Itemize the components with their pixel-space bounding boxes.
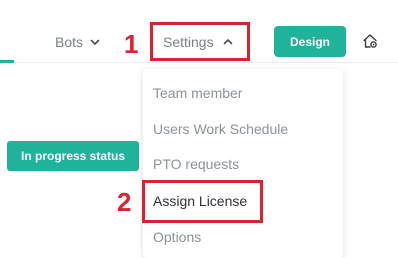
menu-item-options[interactable]: Options	[153, 228, 201, 246]
active-tab-indicator	[0, 60, 14, 63]
menu-item-pto-requests[interactable]: PTO requests	[153, 155, 239, 173]
nav-settings-label: Settings	[163, 34, 214, 50]
menu-item-assign-license[interactable]: Assign License	[153, 192, 247, 210]
home-settings-icon[interactable]	[362, 33, 378, 49]
step-1-marker: 1	[124, 29, 139, 59]
top-navigation-bar: Bots Settings Design	[0, 0, 398, 63]
step-2-marker: 2	[117, 187, 132, 217]
settings-dropdown-menu: Team member Users Work Schedule PTO requ…	[143, 69, 343, 258]
menu-item-users-work-schedule[interactable]: Users Work Schedule	[153, 120, 288, 138]
chevron-down-icon	[90, 39, 100, 45]
design-button[interactable]: Design	[274, 26, 346, 57]
nav-bots-menu[interactable]: Bots	[55, 33, 101, 51]
in-progress-status-button[interactable]: In progress status	[7, 141, 139, 171]
menu-item-team-member[interactable]: Team member	[153, 84, 242, 102]
nav-settings-menu[interactable]: Settings	[163, 33, 234, 51]
chevron-up-icon	[223, 39, 232, 45]
nav-bots-label: Bots	[55, 34, 84, 50]
